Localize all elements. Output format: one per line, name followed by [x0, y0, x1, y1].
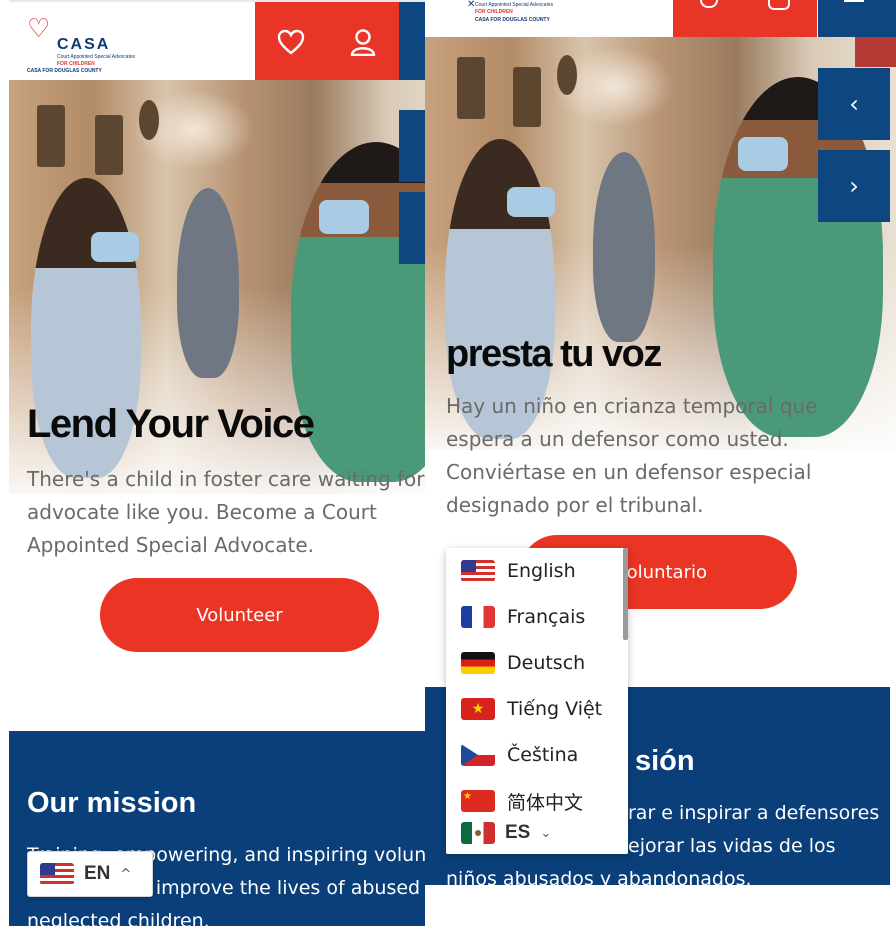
background-person — [177, 188, 239, 378]
casa-logo[interactable]: ♡ CASA Court Appointed Special Advocates… — [27, 14, 147, 74]
language-toggle-es[interactable]: ES ⌄ — [446, 812, 628, 854]
logo-line-3: CASA FOR DOUGLAS COUNTY — [475, 17, 550, 23]
screenshot-composite: ♡ CASA Court Appointed Special Advocates… — [0, 0, 896, 926]
language-label: 简体中文 — [507, 791, 584, 814]
menu-button[interactable] — [818, 0, 896, 37]
background-person — [593, 152, 655, 342]
china-flag-icon: ★ — [461, 790, 495, 812]
mission-text-line-2: ejorar las vidas de los — [628, 835, 836, 857]
site-header: ♡ CASA Court Appointed Special Advocates… — [9, 0, 471, 82]
hero-text: There's a child in foster care waiting f… — [27, 467, 456, 557]
wall-frame — [513, 67, 541, 127]
logo-line-2: FOR CHILDREN — [475, 9, 513, 15]
slider-prev-button[interactable]: ‹ — [818, 68, 890, 140]
logo-line-1: Court Appointed Special Advocates — [475, 2, 554, 8]
logo-line-2: FOR CHILDREN — [57, 61, 95, 67]
heart-icon — [277, 29, 305, 55]
germany-flag-icon — [461, 652, 495, 674]
logo-line-1: Court Appointed Special Advocates — [57, 54, 136, 60]
chevron-down-icon: ⌄ — [540, 825, 552, 841]
language-label: Français — [507, 606, 586, 628]
language-option-german[interactable]: Deutsch — [461, 646, 585, 680]
volunteer-button-label: oluntario — [626, 561, 707, 583]
language-code: EN — [84, 863, 111, 884]
header-red-block — [673, 0, 817, 37]
language-option-czech[interactable]: Čeština — [461, 738, 578, 772]
chevron-left-icon: ‹ — [849, 90, 859, 118]
face-mask — [738, 137, 788, 171]
menu-scrollbar[interactable] — [623, 548, 628, 640]
czech-flag-icon — [461, 744, 495, 766]
logo-word: CASA — [57, 36, 111, 53]
heart-logo-icon: ♡ — [27, 14, 51, 44]
language-label: Deutsch — [507, 652, 586, 674]
language-label: English — [507, 560, 576, 582]
wall-clock — [557, 55, 577, 95]
us-flag-icon — [40, 863, 74, 885]
flag-in-background — [855, 37, 896, 67]
logo-line-3: CASA FOR DOUGLAS COUNTY — [27, 68, 102, 74]
mission-title: Our mission — [27, 787, 197, 819]
face-mask — [319, 200, 369, 234]
chevron-right-icon: › — [849, 172, 859, 200]
language-menu[interactable]: English Français Deutsch ★ Tiếng Việt Če… — [446, 548, 628, 854]
wall-frame — [95, 115, 123, 175]
france-flag-icon — [461, 606, 495, 628]
face-mask — [91, 232, 139, 262]
account-button[interactable] — [327, 2, 399, 82]
hero-title: Lend Your Voice — [27, 402, 315, 446]
language-code: ES — [505, 822, 531, 843]
slider-next-button[interactable]: › — [818, 150, 890, 222]
volunteer-button[interactable]: Volunteer — [100, 578, 379, 652]
english-page: ♡ CASA Court Appointed Special Advocates… — [9, 0, 471, 926]
user-icon[interactable] — [768, 0, 790, 10]
vietnam-flag-icon: ★ — [461, 698, 495, 720]
language-label: Tiếng Việt — [507, 698, 603, 720]
face-mask — [507, 187, 555, 217]
language-option-vietnamese[interactable]: ★ Tiếng Việt — [461, 692, 602, 726]
chevron-up-icon: ^ — [120, 866, 132, 882]
language-option-english[interactable]: English — [461, 554, 576, 588]
mission-text-line-3: niños abusados y abandonados. — [446, 868, 752, 890]
wall-frame — [457, 57, 485, 119]
hero-text: Hay un niño en crianza temporal que espe… — [446, 394, 818, 517]
user-icon — [350, 29, 376, 56]
site-header-scrolled: ✕ Court Appointed Special Advocates FOR … — [425, 0, 896, 37]
hero-title: presta tu voz — [446, 333, 662, 375]
wall-frame — [37, 105, 65, 167]
wall-clock — [139, 100, 159, 140]
us-flag-icon — [461, 560, 495, 582]
mission-text-line-1: rar e inspirar a defensores — [628, 802, 880, 824]
donate-heart-button[interactable] — [255, 2, 327, 82]
mission-title: sión — [635, 745, 695, 777]
language-toggle-en[interactable]: EN ^ — [27, 851, 153, 897]
language-label: Čeština — [507, 744, 579, 766]
language-option-french[interactable]: Français — [461, 600, 585, 634]
mexico-flag-icon — [461, 822, 495, 844]
